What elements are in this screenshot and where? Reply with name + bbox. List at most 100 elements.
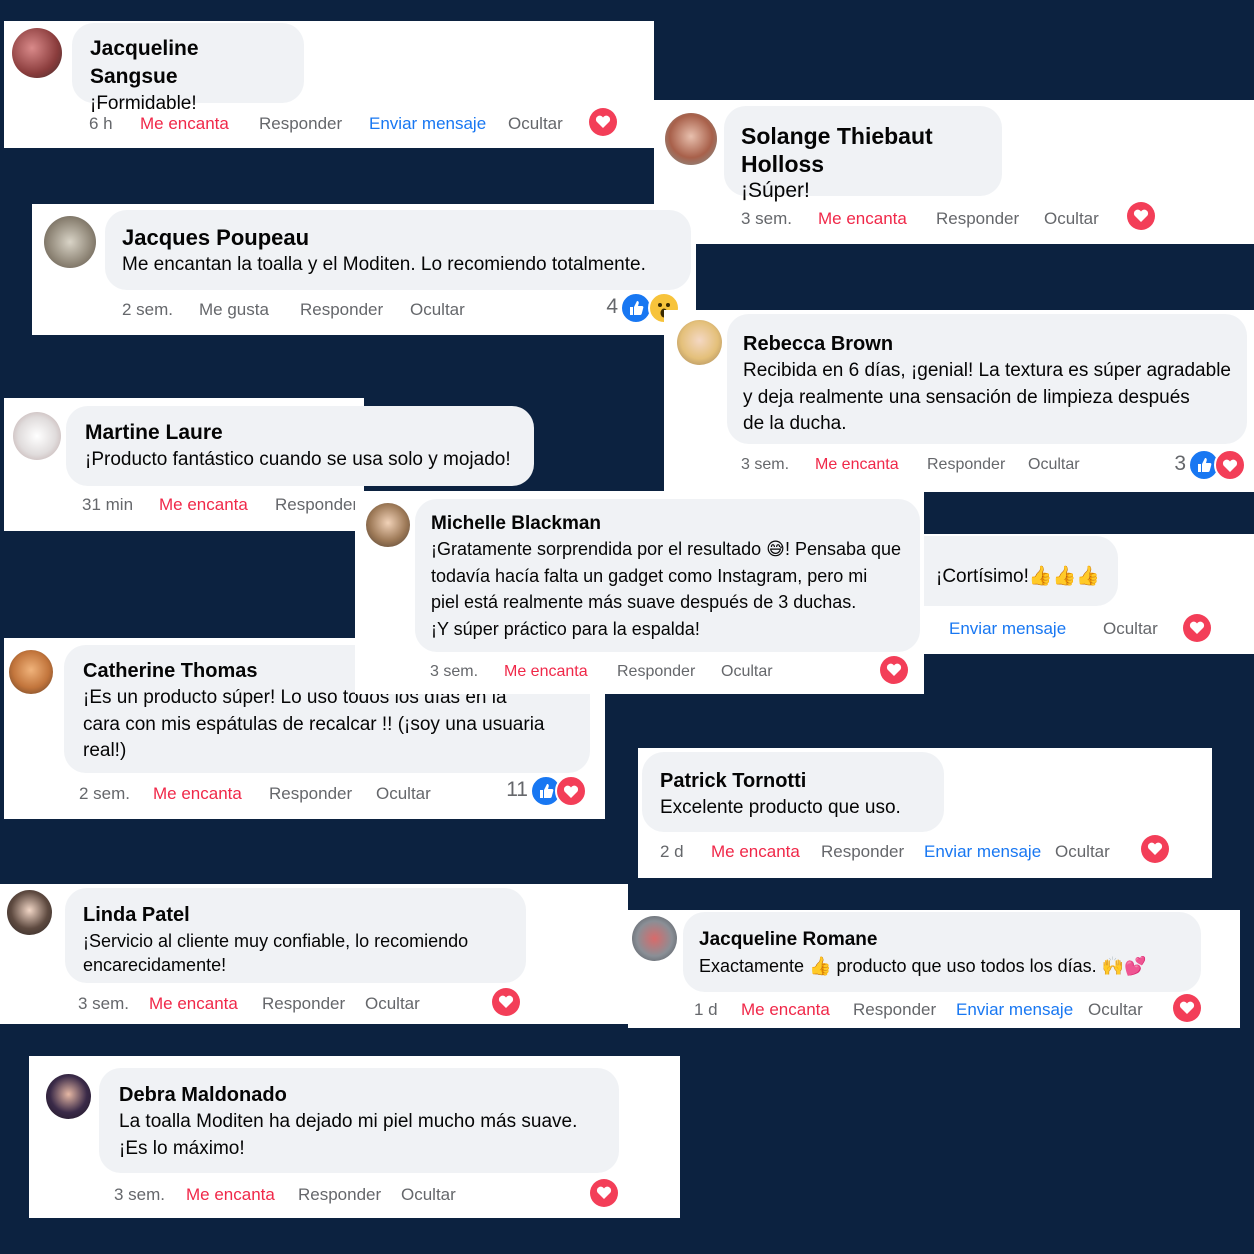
love-button[interactable]: Me encanta xyxy=(741,998,830,1022)
comment-author[interactable]: Linda Patel xyxy=(83,901,508,929)
comment-author[interactable]: Jacqueline Sangsue xyxy=(90,35,286,91)
comment-author[interactable]: Solange Thiebaut Holloss xyxy=(741,122,985,178)
avatar[interactable] xyxy=(366,503,410,547)
comment-bubble: Jacques Poupeau Me encantan la toalla y … xyxy=(105,210,691,290)
comment-text: Me encantan la toalla y el Moditen. Lo r… xyxy=(122,254,646,275)
comment-author[interactable]: Jacqueline Romane xyxy=(699,927,1185,953)
reply-button[interactable]: Responder xyxy=(617,660,695,684)
love-button[interactable]: Me encanta xyxy=(186,1183,275,1207)
comment-card: Rebecca Brown Recibida en 6 días, ¡genia… xyxy=(664,310,1254,492)
comment-text: ¡Y súper práctico para la espalda! xyxy=(431,618,700,639)
heart-icon[interactable] xyxy=(1127,202,1155,230)
comment-time[interactable]: 3 sem. xyxy=(114,1183,165,1207)
hide-button[interactable]: Ocultar xyxy=(508,112,563,136)
reaction-count: 3 xyxy=(1174,452,1186,475)
send-message-button[interactable]: Enviar mensaje xyxy=(924,840,1041,864)
comment-time[interactable]: 3 sem. xyxy=(430,660,478,684)
comment-card: Patrick Tornotti Excelente producto que … xyxy=(638,748,1212,878)
heart-icon xyxy=(1214,449,1246,481)
comment-actions: 3 sem. Me encanta Responder Ocultar xyxy=(114,1183,534,1207)
hide-button[interactable]: Ocultar xyxy=(365,992,420,1016)
love-button[interactable]: Me encanta xyxy=(149,992,238,1016)
comment-author[interactable]: Jacques Poupeau xyxy=(122,224,674,252)
heart-icon[interactable] xyxy=(1183,614,1211,642)
avatar[interactable] xyxy=(665,113,717,165)
comment-author[interactable]: Martine Laure xyxy=(85,419,515,447)
reply-button[interactable]: Responder xyxy=(821,840,904,864)
avatar[interactable] xyxy=(44,216,96,268)
comment-time[interactable]: 2 sem. xyxy=(122,298,173,322)
love-button[interactable]: Me encanta xyxy=(159,493,248,517)
send-message-button[interactable]: Enviar mensaje xyxy=(949,617,1066,641)
hide-button[interactable]: Ocultar xyxy=(1088,998,1143,1022)
comment-text: real!) xyxy=(83,740,127,761)
comment-text: piel está realmente más suave después de… xyxy=(431,592,857,612)
comment-bubble: Debra Maldonado La toalla Moditen ha dej… xyxy=(99,1068,619,1173)
comment-time[interactable]: 3 sem. xyxy=(741,453,789,477)
reply-button[interactable]: Responder xyxy=(300,298,383,322)
heart-icon[interactable] xyxy=(492,988,520,1016)
comment-actions: 3 sem. Me encanta Responder Ocultar xyxy=(430,660,830,684)
love-button[interactable]: Me encanta xyxy=(140,112,229,136)
avatar[interactable] xyxy=(13,412,61,460)
comment-time[interactable]: 2 d xyxy=(660,840,684,864)
avatar[interactable] xyxy=(7,890,52,935)
heart-icon[interactable] xyxy=(1141,835,1169,863)
comment-author[interactable]: Michelle Blackman xyxy=(431,511,904,536)
reply-button[interactable]: Responder xyxy=(269,782,352,806)
hide-button[interactable]: Ocultar xyxy=(376,782,431,806)
avatar[interactable] xyxy=(12,28,62,78)
comment-author[interactable]: Debra Maldonado xyxy=(119,1081,599,1109)
heart-icon[interactable] xyxy=(590,1179,618,1207)
comment-text: Excelente producto que uso. xyxy=(660,797,901,818)
comment-author[interactable]: Patrick Tornotti xyxy=(660,767,926,795)
heart-icon[interactable] xyxy=(589,108,617,136)
comment-time[interactable]: 6 h xyxy=(89,112,113,136)
reaction-summary[interactable]: 11 xyxy=(502,775,592,807)
reply-button[interactable]: Responder xyxy=(275,493,358,517)
comment-text: ¡Es lo máximo! xyxy=(119,1137,245,1159)
love-button[interactable]: Me encanta xyxy=(818,207,907,231)
comment-actions: 3 sem. Me encanta Responder Ocultar xyxy=(78,992,478,1016)
reply-button[interactable]: Responder xyxy=(936,207,1019,231)
reply-button[interactable]: Responder xyxy=(298,1183,381,1207)
love-button[interactable]: Me encanta xyxy=(153,782,242,806)
heart-icon[interactable] xyxy=(1173,994,1201,1022)
avatar[interactable] xyxy=(677,320,722,365)
hide-button[interactable]: Ocultar xyxy=(1103,617,1158,641)
comment-bubble: Patrick Tornotti Excelente producto que … xyxy=(642,752,944,832)
hide-button[interactable]: Ocultar xyxy=(721,660,773,684)
hide-button[interactable]: Ocultar xyxy=(1044,207,1099,231)
reply-button[interactable]: Responder xyxy=(262,992,345,1016)
avatar[interactable] xyxy=(46,1074,91,1119)
comment-bubble: Solange Thiebaut Holloss ¡Súper! xyxy=(724,106,1002,202)
comment-bubble: Jacqueline Sangsue ¡Formidable! xyxy=(72,23,304,114)
avatar[interactable] xyxy=(9,650,53,694)
comment-text: Exactamente 👍 producto que uso todos los… xyxy=(699,956,1147,976)
hide-button[interactable]: Ocultar xyxy=(401,1183,456,1207)
like-button[interactable]: Me gusta xyxy=(199,298,269,322)
hide-button[interactable]: Ocultar xyxy=(1028,453,1080,477)
reaction-summary[interactable]: 3 xyxy=(1160,449,1250,481)
love-button[interactable]: Me encanta xyxy=(815,453,899,477)
hide-button[interactable]: Ocultar xyxy=(410,298,465,322)
reply-button[interactable]: Responder xyxy=(927,453,1005,477)
avatar[interactable] xyxy=(632,916,677,961)
send-message-button[interactable]: Enviar mensaje xyxy=(369,112,486,136)
comment-text: ¡Cortísimo!👍👍👍 xyxy=(936,566,1100,587)
heart-icon[interactable] xyxy=(880,656,908,684)
love-button[interactable]: Me encanta xyxy=(504,660,588,684)
reply-button[interactable]: Responder xyxy=(259,112,342,136)
comment-time[interactable]: 3 sem. xyxy=(741,207,792,231)
comment-author[interactable]: Rebecca Brown xyxy=(743,330,1231,358)
send-message-button[interactable]: Enviar mensaje xyxy=(956,998,1073,1022)
comment-time[interactable]: 1 d xyxy=(694,998,718,1022)
hide-button[interactable]: Ocultar xyxy=(1055,840,1110,864)
comment-time[interactable]: 31 min xyxy=(82,493,133,517)
reply-button[interactable]: Responder xyxy=(853,998,936,1022)
comment-actions: Enviar mensaje Ocultar xyxy=(949,617,1179,641)
comment-bubble: Jacqueline Romane Exactamente 👍 producto… xyxy=(683,912,1201,992)
comment-time[interactable]: 3 sem. xyxy=(78,992,129,1016)
love-button[interactable]: Me encanta xyxy=(711,840,800,864)
comment-time[interactable]: 2 sem. xyxy=(79,782,130,806)
